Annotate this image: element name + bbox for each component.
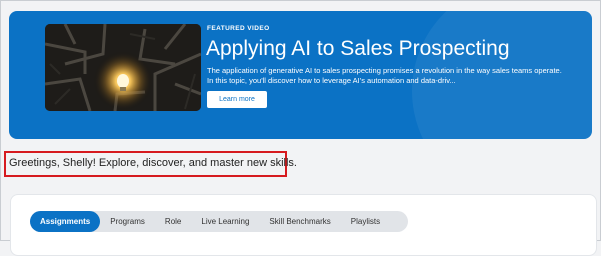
maze-lightbulb-image — [45, 24, 201, 111]
learn-more-button[interactable]: Learn more — [207, 91, 267, 108]
greeting-message: Greetings, Shelly! Explore, discover, an… — [9, 157, 297, 169]
featured-video-description: The application of generative AI to sale… — [207, 66, 562, 85]
featured-video-title[interactable]: Applying AI to Sales Prospecting — [206, 37, 510, 61]
featured-video-label: FEATURED VIDEO — [207, 25, 270, 32]
tab-programs[interactable]: Programs — [100, 211, 155, 232]
tab-assignments[interactable]: Assignments — [30, 211, 101, 232]
tab-role[interactable]: Role — [155, 211, 191, 232]
tab-live-learning[interactable]: Live Learning — [191, 211, 259, 232]
tab-playlists[interactable]: Playlists — [341, 211, 390, 232]
video-thumbnail[interactable] — [45, 24, 201, 111]
tab-skill-benchmarks[interactable]: Skill Benchmarks — [259, 211, 340, 232]
featured-video-banner: FEATURED VIDEO Applying AI to Sales Pros… — [9, 11, 592, 139]
learning-tabs: Assignments Programs Role Live Learning … — [30, 211, 408, 232]
